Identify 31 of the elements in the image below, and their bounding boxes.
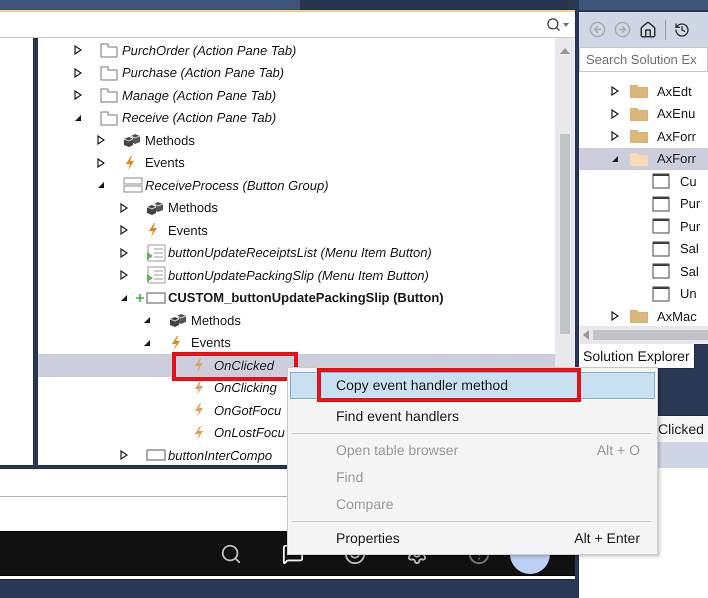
- tree-label: OnLostFocu: [214, 424, 285, 442]
- tree-label: Un: [680, 285, 697, 303]
- tree-label: Methods: [168, 199, 218, 217]
- tree-label: buttonInterCompo: [168, 446, 272, 465]
- tree-label: CUSTOM_buttonUpdatePackingSlip (Button): [168, 289, 444, 307]
- tree-label: Events: [191, 334, 231, 352]
- tree-label: Methods: [191, 312, 241, 330]
- tree-label: Sal: [680, 262, 699, 280]
- tree-label: Events: [168, 222, 208, 240]
- tree-label: PurchOrder (Action Pane Tab): [122, 42, 296, 60]
- tree-label: Pur: [680, 195, 700, 213]
- tree-label: OnClicking: [214, 379, 277, 397]
- tree-label: buttonUpdateReceiptsList (Menu Item Button): [168, 244, 432, 262]
- tree-label: OnGotFocu: [214, 402, 282, 420]
- tree-label: Methods: [145, 132, 195, 150]
- tree-label: buttonUpdatePackingSlip (Menu Item Button): [168, 266, 429, 285]
- tree-label: ReceiveProcess (Button Group): [145, 176, 329, 195]
- tree-label: AxForr: [657, 150, 696, 168]
- tree-label: Pur: [680, 218, 700, 236]
- tree-label: Manage (Action Pane Tab): [122, 86, 276, 105]
- tree-label: Receive (Action Pane Tab): [122, 109, 276, 127]
- tree-label: OnClicked: [214, 356, 274, 374]
- tree-label: AxForr: [657, 128, 696, 146]
- tree-label: AxEdt: [657, 82, 692, 100]
- properties-header: Clicked: [658, 420, 704, 438]
- tree-label: AxEnu: [657, 105, 696, 123]
- tree-label: Purchase (Action Pane Tab): [122, 64, 284, 82]
- tree-label: Events: [145, 154, 185, 172]
- tree-label: AxMac: [657, 308, 697, 326]
- tree-label: Cu: [680, 172, 697, 190]
- tree-label: Sal: [680, 240, 699, 258]
